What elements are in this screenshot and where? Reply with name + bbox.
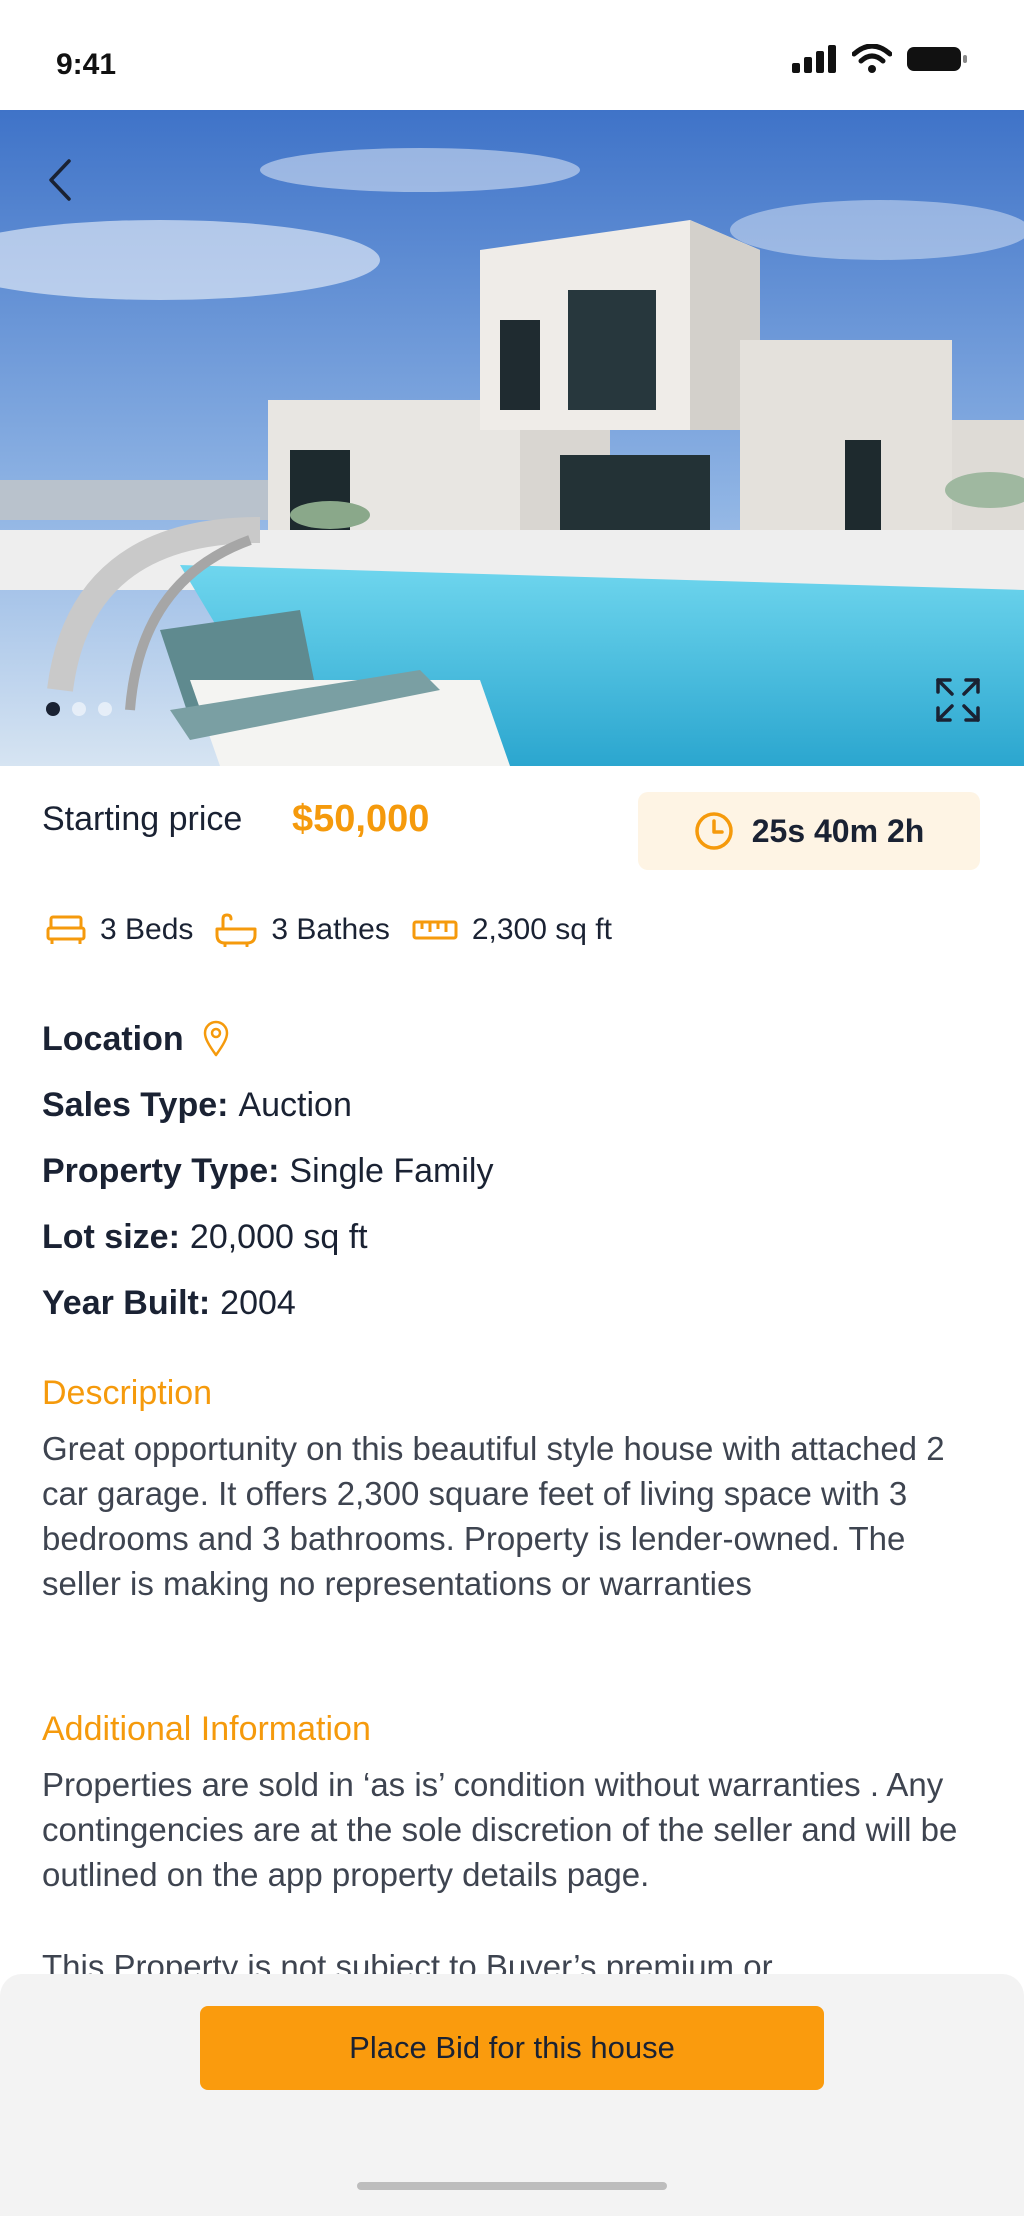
lot-size-label: Lot size: [42, 1218, 180, 1256]
sales-type-value: Auction [238, 1086, 352, 1124]
lot-size-row: Lot size: 20,000 sq ft [42, 1204, 982, 1270]
starting-price-label: Starting price [42, 800, 243, 838]
expand-button[interactable] [932, 674, 984, 726]
year-built-value: 2004 [220, 1284, 296, 1322]
year-built-row: Year Built: 2004 [42, 1270, 982, 1336]
property-type-label: Property Type: [42, 1152, 280, 1190]
lot-size-value: 20,000 sq ft [189, 1218, 368, 1256]
home-indicator [357, 2182, 667, 2190]
additional-info-title: Additional Information [42, 1710, 371, 1748]
timer-text: 25s 40m 2h [751, 812, 925, 849]
status-icons [792, 44, 968, 74]
battery-icon [907, 47, 967, 71]
additional-info-body: Properties are sold in ‘as is’ condition… [42, 1766, 958, 1893]
starting-price-value: $50,000 [292, 798, 430, 840]
sales-type-label: Sales Type: [42, 1086, 229, 1124]
price-row: Starting price $50,000 25s 40m 2h [42, 790, 982, 880]
chevron-left-icon [49, 159, 71, 201]
signal-icon [792, 45, 836, 73]
carousel-dot[interactable] [46, 702, 60, 716]
sales-type-row: Sales Type: Auction [42, 1072, 982, 1138]
place-bid-button[interactable]: Place Bid for this house [200, 2006, 824, 2090]
year-built-label: Year Built: [42, 1284, 211, 1322]
carousel-dots [46, 702, 112, 716]
feature-baths: 3 Bathes [215, 913, 390, 947]
features-row: 3 Beds 3 Bathes 2,300 sq ft [46, 906, 634, 954]
location-label: Location [42, 1020, 184, 1058]
back-button[interactable] [36, 150, 84, 210]
description-body: Great opportunity on this beautiful styl… [42, 1430, 945, 1602]
expand-icon [936, 678, 980, 722]
property-type-row: Property Type: Single Family [42, 1138, 982, 1204]
property-type-value: Single Family [289, 1152, 494, 1190]
carousel-dot[interactable] [98, 702, 112, 716]
location-pin-icon[interactable] [202, 1020, 230, 1058]
feature-label: 3 Beds [100, 913, 194, 946]
status-time: 9:41 [56, 48, 117, 81]
description-title: Description [42, 1374, 213, 1412]
house-photo [0, 110, 1024, 766]
bath-icon [215, 913, 257, 947]
ruler-icon [412, 920, 458, 940]
bed-icon [46, 915, 86, 944]
feature-label: 2,300 sq ft [471, 913, 612, 946]
bottom-action-bar: Place Bid for this house [0, 1974, 1024, 2216]
feature-label: 3 Bathes [271, 913, 390, 946]
location-row[interactable]: Location [42, 1006, 982, 1072]
auction-timer: 25s 40m 2h [638, 792, 980, 870]
hero-image[interactable] [0, 110, 1024, 766]
carousel-dot[interactable] [72, 702, 86, 716]
clock-icon [694, 812, 733, 850]
status-bar: 9:41 [0, 0, 1024, 110]
feature-beds: 3 Beds [46, 913, 193, 947]
feature-area: 2,300 sq ft [412, 913, 612, 947]
wifi-icon [852, 44, 892, 73]
property-details: Location Sales Type: Auction Property Ty… [42, 1006, 982, 1336]
